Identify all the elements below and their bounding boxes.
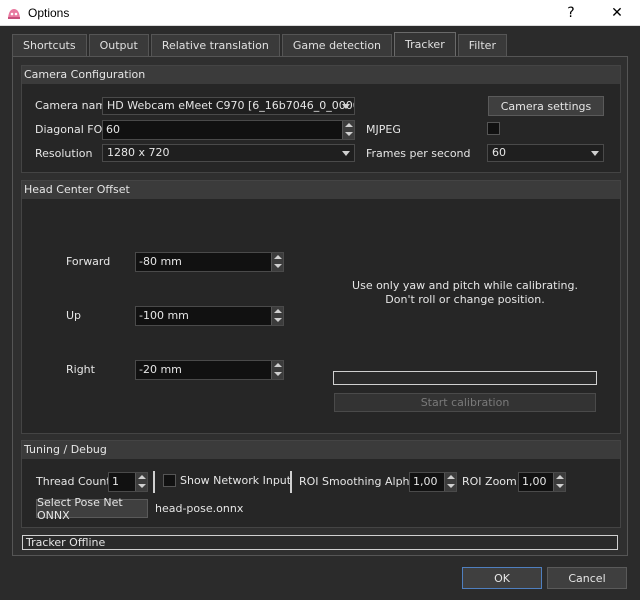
diagonal-fov-value: 60: [106, 123, 120, 136]
forward-stepper[interactable]: -80 mm: [135, 252, 284, 272]
increment-icon[interactable]: [553, 473, 565, 482]
tab-filter[interactable]: Filter: [457, 34, 507, 56]
camera-name-select[interactable]: HD Webcam eMeet C970 [6_16b7046_0_0000]: [102, 97, 355, 115]
increment-icon[interactable]: [444, 473, 456, 482]
help-button[interactable]: ?: [548, 0, 594, 26]
tracker-panel: Camera Configuration Camera name HD Webc…: [12, 56, 628, 556]
tab-game-detection[interactable]: Game detection: [281, 34, 393, 56]
camera-configuration-group: Camera Configuration Camera name HD Webc…: [21, 65, 621, 173]
group-title: Tuning / Debug: [22, 441, 620, 459]
ok-button[interactable]: OK: [462, 567, 542, 589]
right-stepper[interactable]: -20 mm: [135, 360, 284, 380]
show-network-input-checkbox[interactable]: [163, 474, 176, 487]
window-title: Options: [28, 5, 70, 20]
head-center-offset-group: Head Center Offset Forward -80 mm Up -10…: [21, 180, 621, 434]
tab-output[interactable]: Output: [88, 34, 149, 56]
roi-zoom-value: 1,00: [522, 475, 547, 488]
roi-zoom-stepper[interactable]: 1,00: [518, 472, 566, 492]
fps-select[interactable]: 60: [487, 144, 604, 162]
increment-icon[interactable]: [135, 473, 147, 482]
calibration-note-line-1: Use only yaw and pitch while calibrating…: [352, 279, 578, 292]
decrement-icon[interactable]: [271, 262, 283, 271]
roi-smoothing-alpha-stepper[interactable]: 1,00: [409, 472, 457, 492]
up-label: Up: [66, 309, 82, 322]
diagonal-fov-label: Diagonal FOV: [35, 123, 110, 136]
decrement-icon[interactable]: [342, 130, 354, 139]
close-button[interactable]: ✕: [594, 0, 640, 26]
chevron-down-icon: [591, 151, 599, 156]
forward-value: -80 mm: [139, 255, 182, 268]
thread-count-label: Thread Count: [36, 475, 111, 488]
fps-label: Frames per second: [366, 147, 471, 160]
tab-shortcuts[interactable]: Shortcuts: [12, 34, 87, 56]
decrement-icon[interactable]: [271, 316, 283, 325]
calibration-note-line-2: Don't roll or change position.: [385, 293, 545, 306]
app-icon: [8, 8, 20, 19]
show-network-input-label: Show Network Input: [180, 474, 292, 487]
fps-value: 60: [492, 146, 506, 159]
resolution-value: 1280 x 720: [107, 146, 170, 159]
mjpeg-label: MJPEG: [366, 123, 401, 136]
start-calibration-button[interactable]: Start calibration: [334, 393, 596, 412]
mjpeg-checkbox[interactable]: [487, 122, 500, 135]
thread-count-stepper[interactable]: 1: [108, 472, 148, 492]
resolution-label: Resolution: [35, 147, 93, 160]
camera-settings-button[interactable]: Camera settings: [488, 96, 604, 116]
tuning-debug-group: Tuning / Debug Thread Count 1 Show Netwo…: [21, 440, 621, 528]
up-stepper[interactable]: -100 mm: [135, 306, 284, 326]
decrement-icon[interactable]: [553, 482, 565, 491]
tab-tracker[interactable]: Tracker: [394, 32, 456, 56]
increment-icon[interactable]: [271, 307, 283, 316]
forward-label: Forward: [66, 255, 111, 268]
tab-relative-translation[interactable]: Relative translation: [150, 34, 280, 56]
calibration-note: Use only yaw and pitch while calibrating…: [334, 279, 596, 307]
separator: [290, 471, 292, 493]
separator: [153, 471, 155, 493]
increment-icon[interactable]: [271, 253, 283, 262]
chevron-down-icon: [342, 104, 350, 109]
roi-smoothing-alpha-label: ROI Smoothing Alpha: [299, 475, 417, 488]
chevron-down-icon: [342, 151, 350, 156]
pose-net-file-label: head-pose.onnx: [155, 502, 244, 515]
group-title: Head Center Offset: [22, 181, 620, 199]
diagonal-fov-stepper[interactable]: 60: [102, 120, 355, 140]
calibration-progress-bar: [333, 371, 597, 385]
decrement-icon[interactable]: [444, 482, 456, 491]
tracker-status: Tracker Offline: [22, 535, 618, 550]
select-pose-net-button[interactable]: Select Pose Net ONNX: [36, 496, 148, 522]
roi-smoothing-alpha-value: 1,00: [413, 475, 438, 488]
decrement-icon[interactable]: [135, 482, 147, 491]
group-title: Camera Configuration: [22, 66, 620, 84]
decrement-icon[interactable]: [271, 370, 283, 379]
thread-count-value: 1: [112, 475, 119, 488]
increment-icon[interactable]: [271, 361, 283, 370]
roi-zoom-label: ROI Zoom: [462, 475, 517, 488]
camera-name-value: HD Webcam eMeet C970 [6_16b7046_0_0000]: [107, 99, 355, 112]
tab-bar: Shortcuts Output Relative translation Ga…: [12, 32, 509, 56]
cancel-button[interactable]: Cancel: [547, 567, 627, 589]
increment-icon[interactable]: [342, 121, 354, 130]
resolution-select[interactable]: 1280 x 720: [102, 144, 355, 162]
up-value: -100 mm: [139, 309, 189, 322]
title-bar: Options ? ✕: [0, 0, 640, 26]
right-value: -20 mm: [139, 363, 182, 376]
right-label: Right: [66, 363, 95, 376]
